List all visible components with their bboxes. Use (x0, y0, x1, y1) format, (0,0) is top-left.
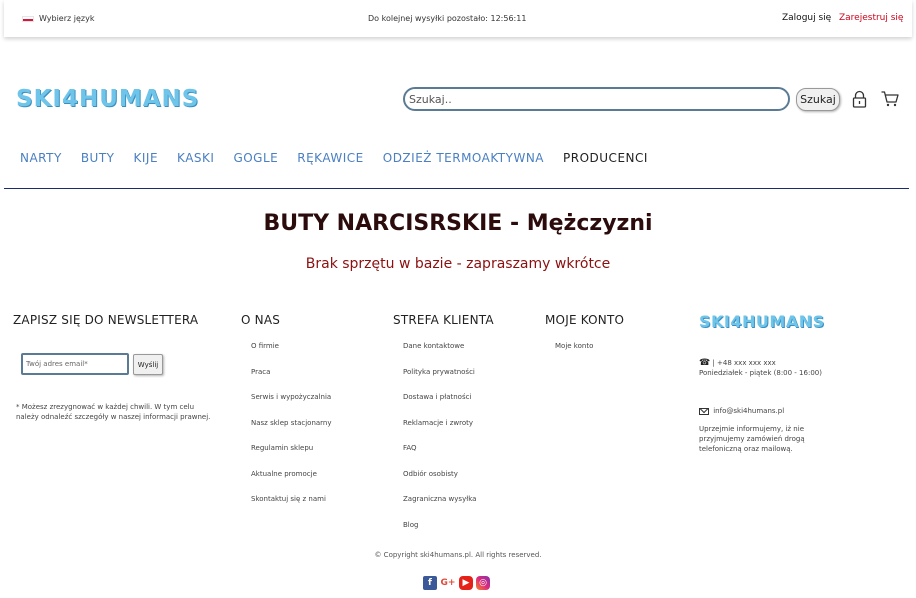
poland-flag-icon (22, 15, 34, 22)
nav-item-odziez-termoaktywna[interactable]: ODZIEŻ TERMOAKTYWNA (383, 151, 544, 165)
register-link[interactable]: Zarejestruj się (839, 13, 903, 23)
nav-item-rekawice[interactable]: RĘKAWICE (297, 151, 364, 165)
footer-logo[interactable]: SKI4HUMANS (699, 312, 825, 331)
footer-link-zagraniczna[interactable]: Zagraniczna wysyłka (403, 494, 476, 520)
footer-link-serwis[interactable]: Serwis i wypożyczalnia (251, 392, 332, 418)
footer-link-kontakt[interactable]: Skontaktuj się z nami (251, 494, 332, 520)
about-links: O firmie Praca Serwis i wypożyczalnia Na… (251, 341, 332, 520)
account-heading: MOJE KONTO (545, 313, 625, 327)
footer-link-regulamin[interactable]: Regulamin sklepu (251, 443, 332, 469)
nav-divider (4, 188, 909, 189)
newsletter-submit-button[interactable]: Wyślij (133, 354, 163, 375)
contact-email[interactable]: info@ski4humans.pl (713, 407, 784, 415)
phone-icon: ☎ (699, 358, 711, 368)
nav-item-buty[interactable]: BUTY (81, 151, 115, 165)
nav-item-narty[interactable]: NARTY (20, 151, 62, 165)
youtube-icon[interactable]: ▶ (459, 576, 473, 590)
account-links: Moje konto (555, 341, 593, 367)
contact-phone-block: ☎ | +48 xxx xxx xxx Poniedziałek - piąte… (699, 358, 822, 378)
mail-icon (699, 407, 709, 415)
footer-link-blog[interactable]: Blog (403, 520, 476, 546)
site-logo[interactable]: SKI4HUMANS (16, 86, 199, 112)
contact-phone: | +48 xxx xxx xxx (712, 359, 776, 367)
page-title: BUTY NARCISRSKIE - Mężczyzni (263, 211, 653, 236)
nav-item-gogle[interactable]: GOGLE (233, 151, 278, 165)
nav-item-kije[interactable]: KIJE (134, 151, 159, 165)
footer-link-o-firmie[interactable]: O firmie (251, 341, 332, 367)
google-plus-icon[interactable]: G+ (440, 576, 456, 590)
footer-link-dane-kontaktowe[interactable]: Dane kontaktowe (403, 341, 476, 367)
footer-link-polityka[interactable]: Polityka prywatności (403, 367, 476, 393)
nav-item-kaski[interactable]: KASKI (177, 151, 214, 165)
footer-link-moje-konto[interactable]: Moje konto (555, 341, 593, 367)
newsletter-note: * Możesz zrezygnować w każdej chwili. W … (16, 403, 211, 421)
newsletter-email-input[interactable] (21, 353, 129, 375)
empty-state-message: Brak sprzętu w bazie - zapraszamy wkrótc… (305, 256, 611, 272)
language-selector[interactable]: Wybierz język (22, 14, 94, 23)
contact-hours: Poniedziałek - piątek (8:00 - 16:00) (699, 369, 822, 377)
cart-icon[interactable] (881, 91, 899, 107)
footer-link-dostawa[interactable]: Dostawa i płatności (403, 392, 476, 418)
footer-link-praca[interactable]: Praca (251, 367, 332, 393)
search-button[interactable]: Szukaj (796, 88, 840, 111)
newsletter-heading: ZAPISZ SIĘ DO NEWSLETTERA (13, 313, 199, 327)
login-link[interactable]: Zaloguj się (782, 13, 831, 23)
about-heading: O NAS (241, 313, 281, 327)
shipping-countdown: Do kolejnej wysyłki pozostało: 12:56:11 (368, 14, 527, 23)
facebook-icon[interactable]: f (423, 576, 437, 590)
footer-link-odbior[interactable]: Odbiór osobisty (403, 469, 476, 495)
client-links: Dane kontaktowe Polityka prywatności Dos… (403, 341, 476, 545)
instagram-icon[interactable]: ◎ (476, 576, 490, 590)
main-nav: NARTY BUTY KIJE KASKI GOGLE RĘKAWICE ODZ… (20, 151, 667, 165)
footer-link-promocje[interactable]: Aktualne promocje (251, 469, 332, 495)
footer-link-faq[interactable]: FAQ (403, 443, 476, 469)
social-links: f G+ ▶ ◎ (423, 576, 490, 590)
contact-notice: Uprzejmie informujemy, iż nie przyjmujem… (699, 425, 805, 453)
contact-email-block: info@ski4humans.pl (699, 406, 784, 416)
footer-link-reklamacje[interactable]: Reklamacje i zwroty (403, 418, 476, 444)
lock-icon[interactable] (852, 90, 867, 108)
language-label: Wybierz język (39, 14, 95, 23)
copyright: © Copyright ski4humans.pl. All rights re… (374, 551, 542, 559)
search-input[interactable] (403, 87, 790, 111)
top-bar: Wybierz język Do kolejnej wysyłki pozost… (4, 0, 912, 37)
footer-link-sklep-stacjonarny[interactable]: Nasz sklep stacjonarny (251, 418, 332, 444)
client-heading: STREFA KLIENTA (393, 313, 494, 327)
nav-item-producenci[interactable]: PRODUCENCI (563, 151, 648, 165)
